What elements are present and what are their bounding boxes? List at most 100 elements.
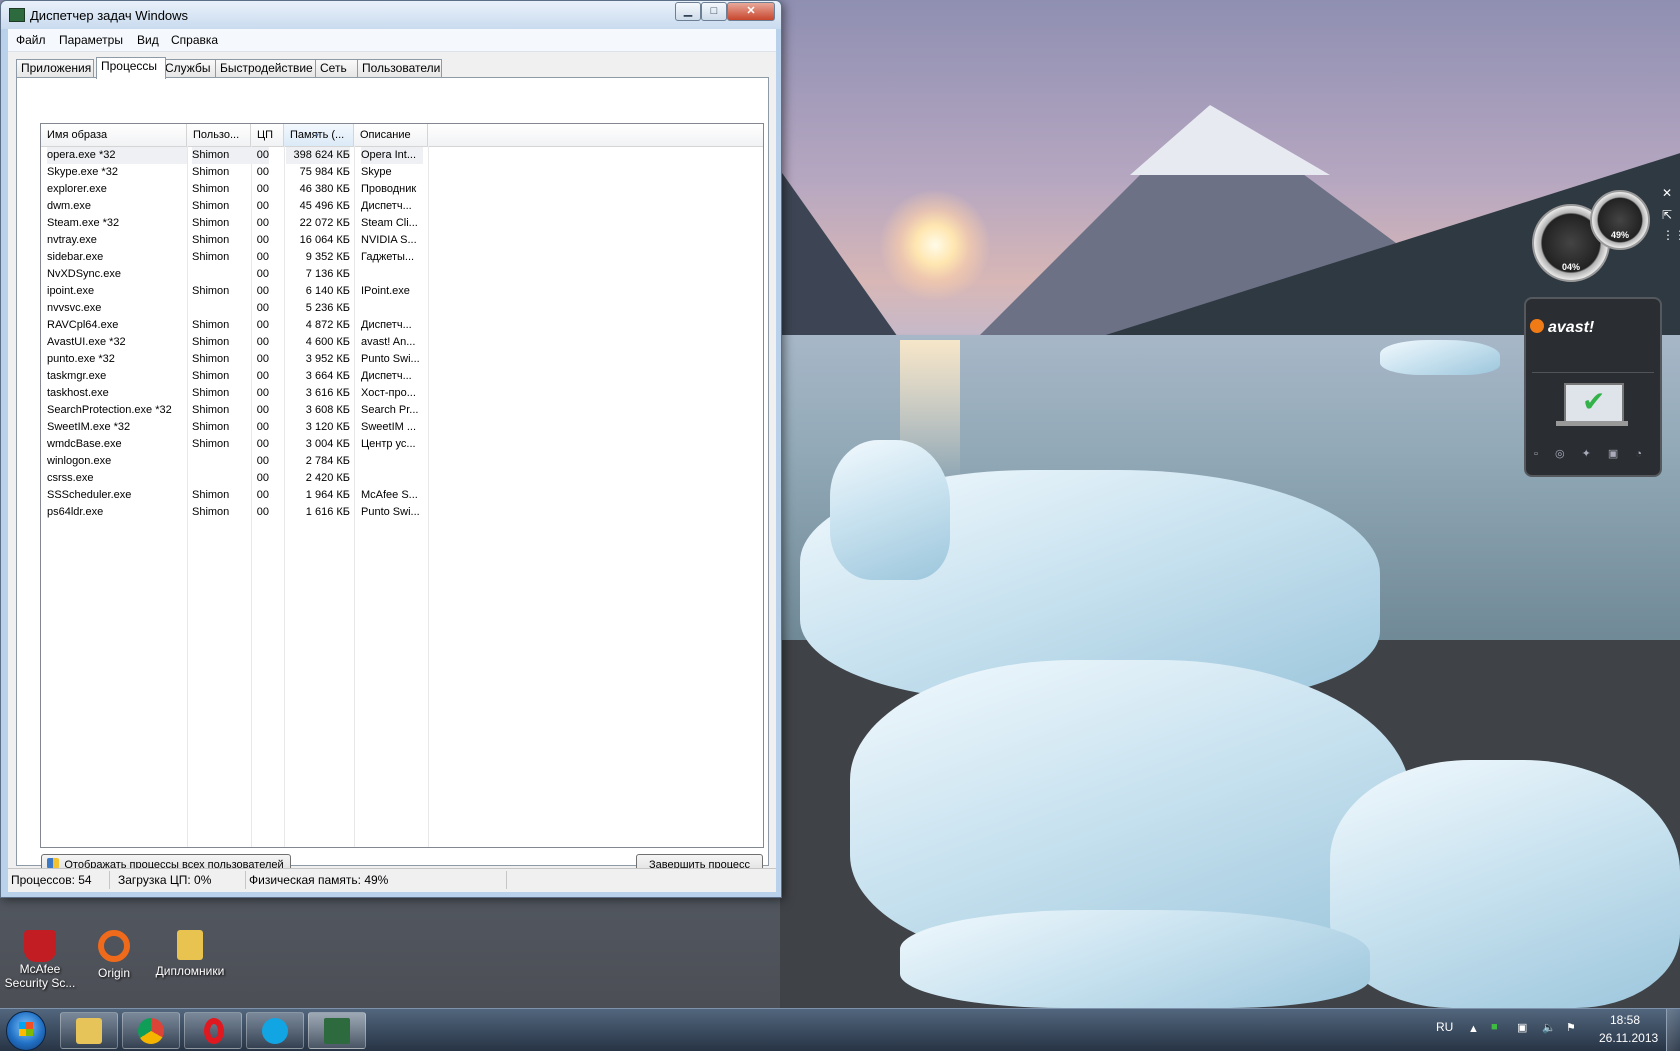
table-row[interactable]: ps64ldr.exe Shimon 00 1 616 КБ Punto Swi... [41,504,763,521]
tab-services[interactable]: Службы [160,59,216,77]
clock-date[interactable]: 26.11.2013 [1599,1031,1658,1045]
table-row[interactable]: explorer.exe Shimon 00 46 380 КБ Проводник [41,181,763,198]
table-row[interactable]: sidebar.exe Shimon 00 9 352 КБ Гаджеты... [41,249,763,266]
maximize-button[interactable]: □ [701,2,727,21]
process-description-cell: NVIDIA S... [361,234,417,246]
process-cpu-cell: 00 [241,147,269,164]
table-row[interactable]: Skype.exe *32 Shimon 00 75 984 КБ Skype [41,164,763,181]
tab-users[interactable]: Пользователи [357,59,442,77]
table-row[interactable]: punto.exe *32 Shimon 00 3 952 КБ Punto Swi..… [41,351,763,368]
list-header: Имя образа Пользо... ЦП ▼ Память (... Оп… [41,124,763,147]
table-row[interactable]: nvtray.exe Shimon 00 16 064 КБ NVIDIA S... [41,232,763,249]
desktop-icon-mcafee[interactable]: McAfee Security Sc... [0,930,80,990]
process-name-cell: wmdcBase.exe [47,438,122,450]
process-list[interactable]: Имя образа Пользо... ЦП ▼ Память (... Оп… [40,123,764,848]
process-memory-cell: 3 664 КБ [305,370,350,382]
process-name-cell: AvastUI.exe *32 [47,336,126,348]
show-hidden-icons-icon[interactable]: ▲ [1468,1023,1479,1035]
taskbar-chrome[interactable] [122,1012,180,1049]
action-center-icon[interactable]: ⚑ [1566,1021,1576,1034]
process-description-cell: IPoint.exe [361,285,410,297]
table-row[interactable]: nvvsvc.exe 00 5 236 КБ [41,300,763,317]
taskbar-explorer[interactable] [60,1012,118,1049]
table-row[interactable]: SearchProtection.exe *32 Shimon 00 3 608 КБ… [41,402,763,419]
menu-options[interactable]: Параметры [59,33,123,47]
process-name-cell: punto.exe *32 [47,353,115,365]
tab-network[interactable]: Сеть [315,59,358,77]
table-row[interactable]: Steam.exe *32 Shimon 00 22 072 КБ Steam Cli.… [41,215,763,232]
tab-processes[interactable]: Процессы [96,57,166,79]
tab-applications[interactable]: Приложения [16,59,94,77]
language-indicator[interactable]: RU [1436,1020,1453,1034]
process-memory-cell: 3 952 КБ [305,353,350,365]
process-memory-cell: 6 140 КБ [305,285,350,297]
taskbar: RU ▲ ■ ▣ 🔈 ⚑ 18:58 26.11.2013 [0,1008,1680,1051]
desktop-icon-label: Origin [97,966,130,980]
status-separator [245,871,246,889]
process-cpu-cell: 00 [256,353,269,365]
tab-performance[interactable]: Быстродействие [215,59,316,77]
process-description-cell: Opera Int... [361,147,423,164]
desktop-icon-folder[interactable]: Дипломники [150,930,230,978]
process-name-cell: Skype.exe *32 [47,166,118,178]
taskbar-skype[interactable] [246,1012,304,1049]
process-cpu-cell: 00 [256,166,269,178]
menu-file[interactable]: Файл [16,33,46,47]
gadget-resize-icon[interactable]: ⇱ [1662,208,1672,222]
table-row[interactable]: taskmgr.exe Shimon 00 3 664 КБ Диспетч... [41,368,763,385]
window-title: Диспетчер задач Windows [30,8,189,23]
column-description[interactable]: Описание [354,124,428,146]
table-row[interactable]: csrss.exe 00 2 420 КБ [41,470,763,487]
process-cpu-cell: 00 [256,438,269,450]
column-user[interactable]: Пользо... [187,124,251,146]
process-description-cell: Хост-про... [361,387,416,399]
clock-time[interactable]: 18:58 [1610,1013,1640,1027]
laptop-icon: ✔ [1564,383,1624,423]
minimize-button[interactable]: ▁ [675,2,701,21]
column-cpu[interactable]: ЦП [251,124,284,146]
table-row[interactable]: ipoint.exe Shimon 00 6 140 КБ IPoint.exe [41,283,763,300]
close-button[interactable]: ✕ [727,2,775,21]
start-button[interactable] [6,1011,46,1051]
volume-icon[interactable]: 🔈 [1542,1021,1556,1034]
taskbar-task-manager[interactable] [308,1012,366,1049]
memory-gauge[interactable]: 49% [1590,190,1650,250]
title-bar[interactable]: Диспетчер задач Windows ▁ □ ✕ [1,1,781,29]
gadget-drag-icon[interactable]: ⋮⋮ [1662,228,1680,242]
table-row[interactable]: taskhost.exe Shimon 00 3 616 КБ Хост-про... [41,385,763,402]
table-row[interactable]: RAVCpl64.exe Shimon 00 4 872 КБ Диспетч... [41,317,763,334]
process-name-cell: nvtray.exe [47,234,97,246]
process-cpu-cell: 00 [256,472,269,484]
process-cpu-cell: 00 [256,387,269,399]
table-row[interactable]: SweetIM.exe *32 Shimon 00 3 120 КБ SweetIM .… [41,419,763,436]
processes-panel: Имя образа Пользо... ЦП ▼ Память (... Оп… [16,77,769,876]
table-row[interactable]: AvastUI.exe *32 Shimon 00 4 600 КБ avast! An… [41,334,763,351]
table-row[interactable]: wmdcBase.exe Shimon 00 3 004 КБ Центр ус... [41,436,763,453]
gadget-close-icon[interactable]: ✕ [1662,186,1672,200]
process-description-cell: McAfee S... [361,489,418,501]
mountain-left [780,170,900,340]
table-row[interactable]: opera.exe *32 Shimon 00 398 624 КБ Opera Int… [41,147,763,164]
process-cpu-cell: 00 [256,234,269,246]
network-icon[interactable]: ▣ [1517,1021,1527,1034]
process-name-cell: csrss.exe [47,472,94,484]
menu-help[interactable]: Справка [171,33,218,47]
status-processes: Процессов: 54 [11,873,92,887]
taskbar-opera[interactable] [184,1012,242,1049]
show-desktop-button[interactable] [1666,1009,1680,1051]
table-row[interactable]: winlogon.exe 00 2 784 КБ [41,453,763,470]
table-row[interactable]: NvXDSync.exe 00 7 136 КБ [41,266,763,283]
status-icon[interactable]: ■ [1491,1021,1498,1033]
process-name-cell: taskhost.exe [47,387,109,399]
desktop-icon-origin[interactable]: Origin [74,930,154,980]
avast-social-icons[interactable]: ▫ ◎ ✦ ▣ ◔ [1534,447,1652,460]
column-image-name[interactable]: Имя образа [41,124,187,146]
table-row[interactable]: dwm.exe Shimon 00 45 496 КБ Диспетч... [41,198,763,215]
task-manager-icon [9,8,25,22]
column-memory[interactable]: ▼ Память (... [284,124,354,146]
menu-view[interactable]: Вид [137,33,159,47]
process-description-cell: Skype [361,166,392,178]
avast-gadget[interactable]: avast! ✔ ▫ ◎ ✦ ▣ ◔ [1524,297,1662,477]
table-row[interactable]: SSScheduler.exe Shimon 00 1 964 КБ McAfee S.… [41,487,763,504]
process-memory-cell: 4 600 КБ [305,336,350,348]
